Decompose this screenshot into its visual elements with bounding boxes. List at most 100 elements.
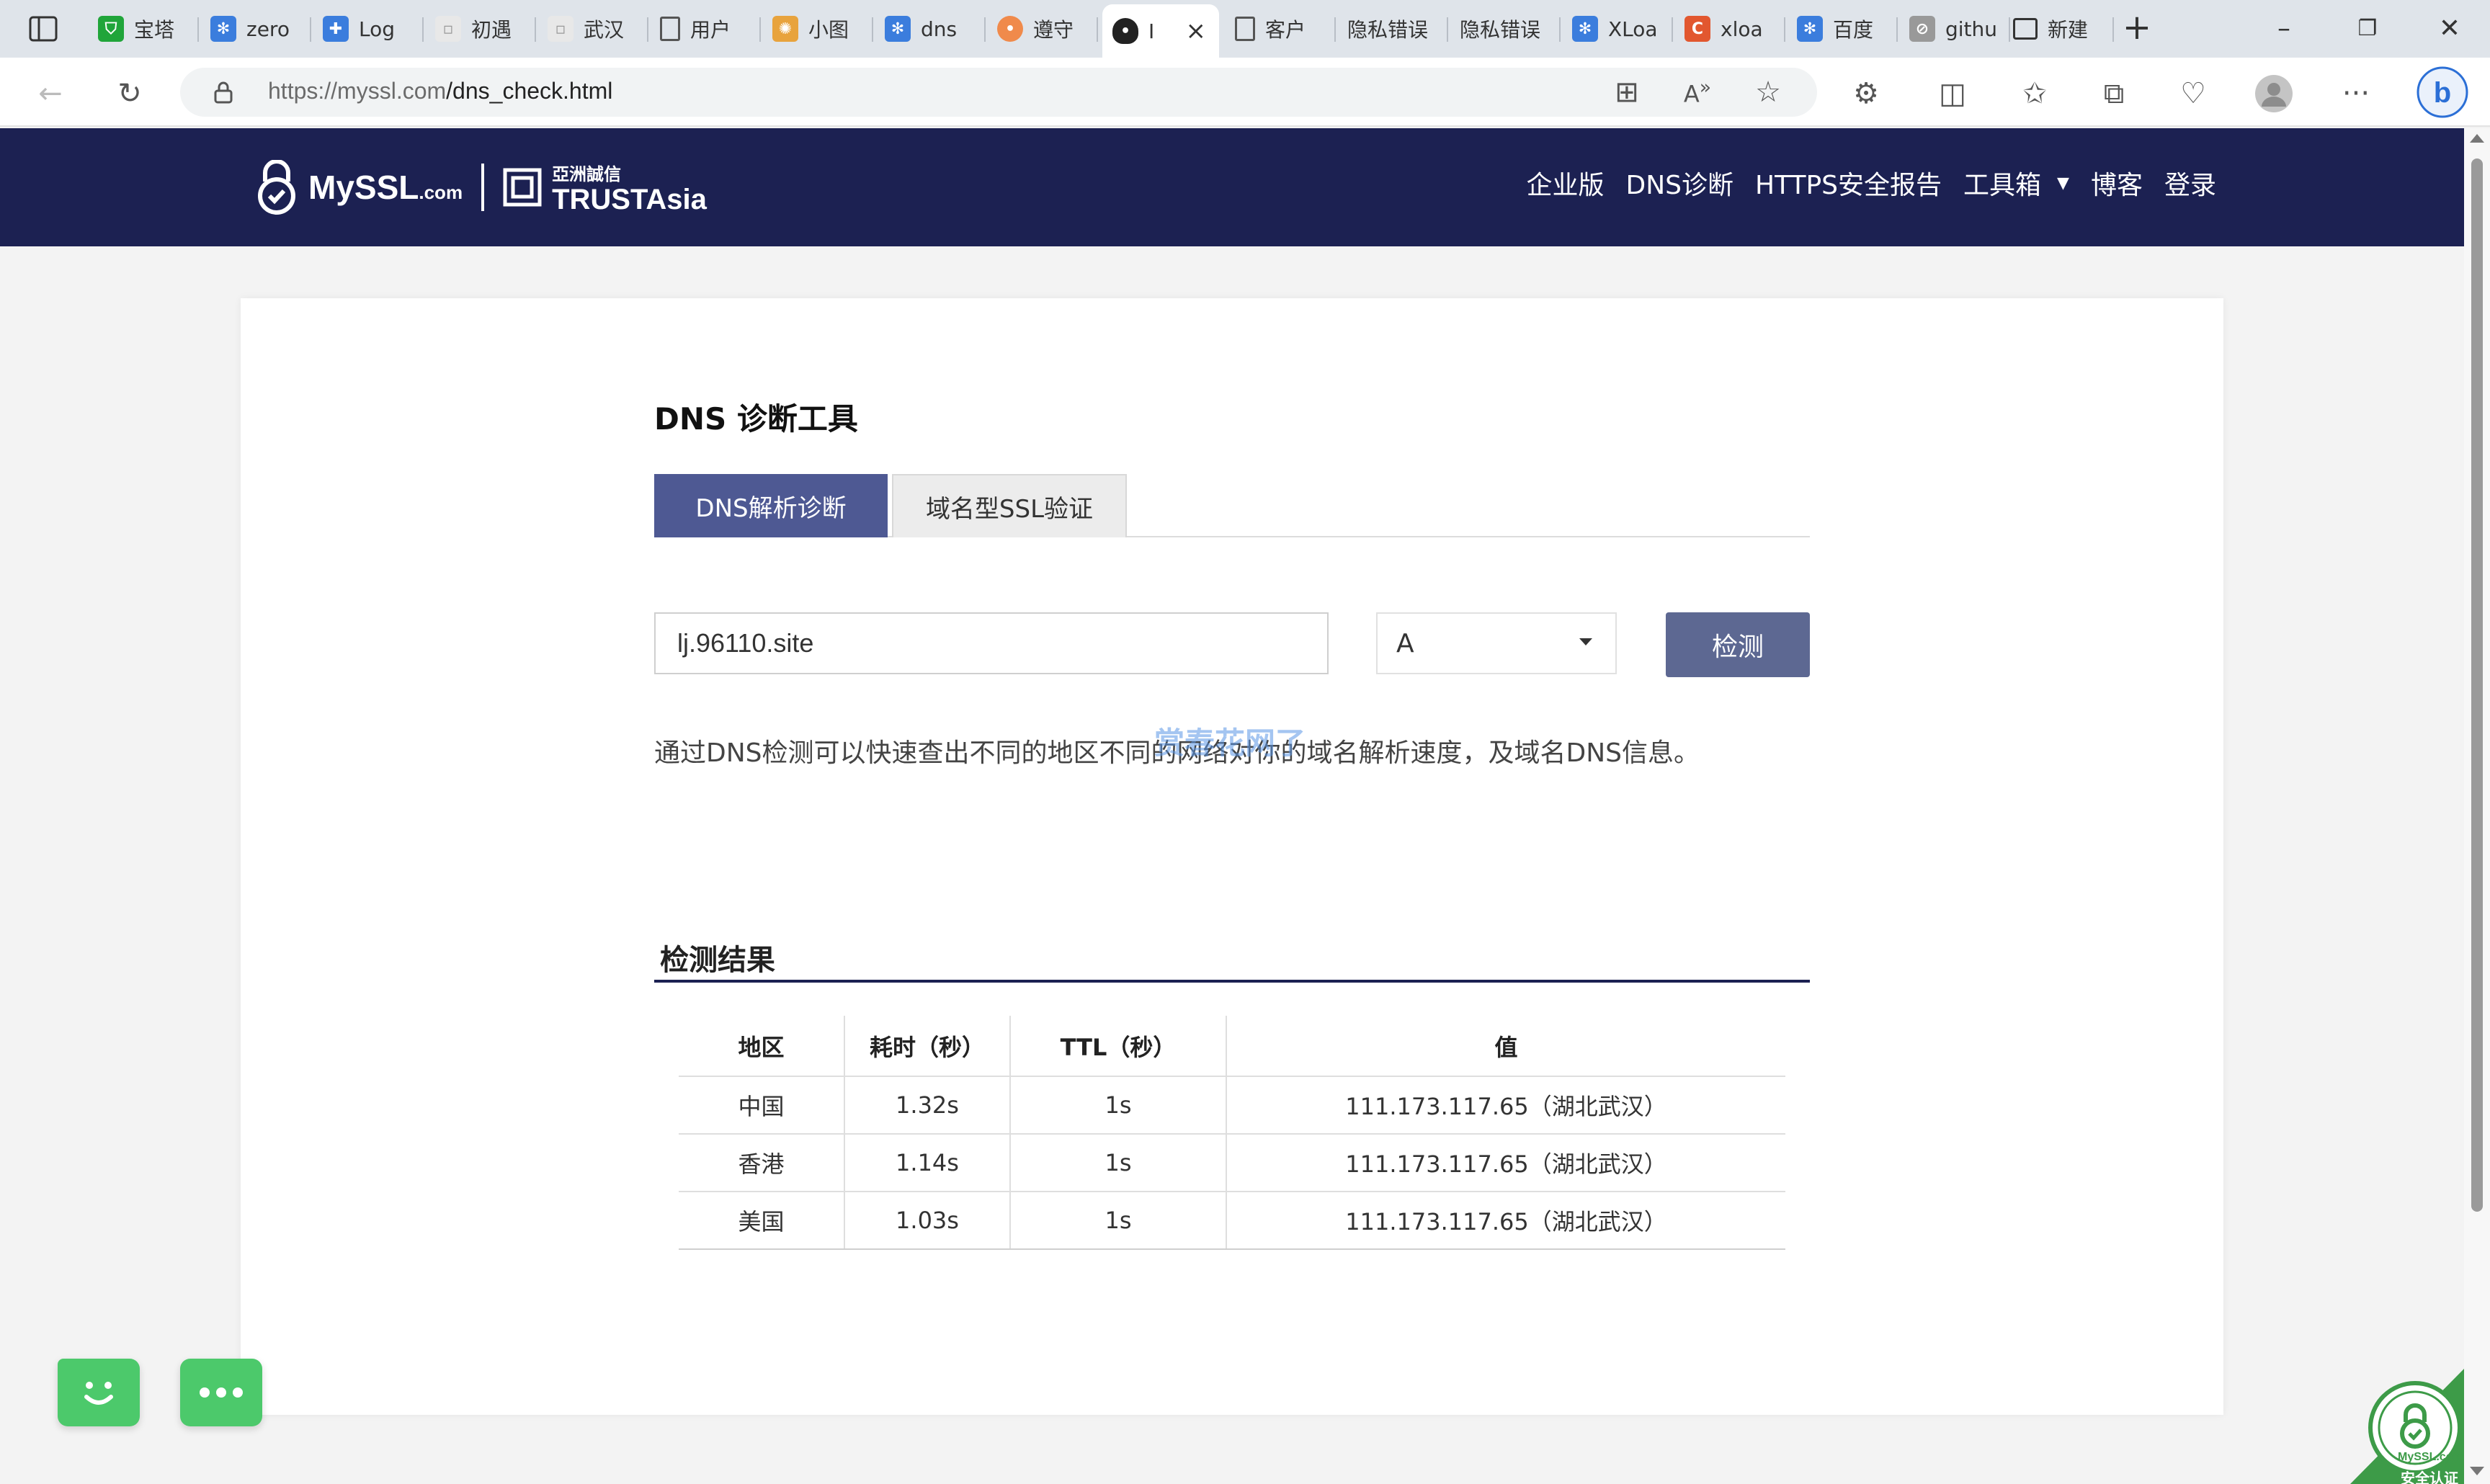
back-button[interactable]: ← — [30, 73, 71, 114]
seal-text-domain: MySSL.com — [2398, 1451, 2463, 1463]
extensions-button[interactable]: ⚙ — [1846, 73, 1886, 114]
site-header: MySSL.com 亞洲誠信 TRUSTAsia 企业版 DNS诊断 HTTPS安… — [0, 128, 2464, 246]
c-icon: C — [1684, 16, 1710, 42]
browser-tab-8[interactable]: • 遵守 — [987, 4, 1098, 53]
cell-value: 111.173.117.65（湖北武汉） — [1226, 1076, 1785, 1135]
nav-https-report[interactable]: HTTPS安全报告 — [1755, 164, 1942, 202]
logo-text: MySSL.com — [308, 169, 463, 206]
close-tab-icon[interactable]: × — [1186, 17, 1207, 45]
collections-button[interactable]: ⧉ — [2094, 73, 2134, 114]
cell-region: 中国 — [679, 1076, 844, 1135]
column-header-time: 耗时（秒） — [844, 1016, 1010, 1077]
logo-divider — [481, 164, 485, 211]
browser-tab-16[interactable]: ⊘ githu — [1899, 4, 2010, 53]
paw-icon: ✻ — [885, 16, 911, 42]
cell-region: 美国 — [679, 1192, 844, 1250]
column-header-region: 地区 — [679, 1016, 844, 1077]
site-logo[interactable]: MySSL.com 亞洲誠信 TRUSTAsia — [256, 160, 707, 215]
extensions-icon: ⚙ — [1853, 77, 1879, 110]
document-icon — [1235, 17, 1255, 41]
split-screen-button[interactable]: ◫ — [1932, 73, 1973, 114]
caret-down-icon — [1579, 638, 1592, 645]
message-button[interactable] — [180, 1359, 262, 1426]
newtab-icon — [2013, 18, 2038, 40]
record-type-select[interactable]: A — [1376, 612, 1617, 674]
restore-button[interactable]: ❐ — [2331, 10, 2404, 48]
lock-icon — [214, 81, 233, 104]
browser-tab-5[interactable]: 用户 — [650, 4, 761, 53]
refresh-button[interactable]: ↻ — [110, 73, 150, 114]
restore-icon: ❐ — [2357, 16, 2378, 41]
nav-toolbox[interactable]: 工具箱 ▼ — [1963, 164, 2069, 202]
bubble-icon: • — [997, 16, 1023, 42]
avatar-icon — [2255, 75, 2293, 112]
seal-badge-icon — [2350, 1369, 2464, 1484]
browser-tab-10[interactable]: 客户 — [1225, 4, 1336, 53]
copilot-button[interactable]: b — [2417, 66, 2468, 118]
scroll-thumb[interactable] — [2471, 158, 2483, 1212]
tab-dns-resolve[interactable]: DNS解析诊断 — [654, 474, 888, 537]
check-button[interactable]: 检测 — [1666, 612, 1810, 677]
browser-tab-6[interactable]: ✺ 小图 — [762, 4, 873, 53]
chat-bot-button[interactable] — [58, 1359, 140, 1426]
trustasia-text: 亞洲誠信 TRUSTAsia — [552, 165, 707, 215]
puzzle-icon: ✚ — [323, 16, 349, 42]
browser-tab-strip: ⛉ 宝塔 ✻ zero ✚ Log ▫ 初遇 ▫ 武汉 用户 ✺ 小图 ✻ dn… — [0, 0, 2490, 58]
close-icon: ✕ — [2438, 14, 2461, 43]
cell-ttl: 1s — [1009, 1134, 1226, 1192]
nav-enterprise[interactable]: 企业版 — [1527, 164, 1605, 202]
nav-blog[interactable]: 博客 — [2091, 164, 2143, 202]
favorite-button[interactable]: ☆ — [1748, 72, 1788, 112]
nav-dns-diagnosis[interactable]: DNS诊断 — [1626, 164, 1734, 202]
app-available-button[interactable]: ⊞ — [1607, 72, 1647, 112]
scroll-up-arrow-icon[interactable] — [2470, 134, 2484, 143]
shield-icon: ⛉ — [98, 16, 124, 42]
dots-icon — [200, 1387, 243, 1398]
back-arrow-icon: ← — [38, 77, 63, 110]
browser-tab-active[interactable]: • I × — [1102, 4, 1219, 58]
url-text[interactable]: https://myssl.com/dns_check.html — [268, 78, 612, 104]
domain-input[interactable] — [654, 612, 1329, 674]
nav-login[interactable]: 登录 — [2164, 164, 2216, 202]
browser-tab-0[interactable]: ⛉ 宝塔 — [88, 4, 199, 53]
address-bar[interactable]: https://myssl.com/dns_check.html ⊞ A» ☆ — [180, 68, 1817, 117]
browser-tab-12[interactable]: 隐私错误 — [1450, 4, 1561, 53]
new-tab-button[interactable]: + — [2117, 10, 2157, 48]
record-type-value: A — [1396, 628, 1414, 658]
heartbeat-icon: ♡ — [2180, 77, 2206, 110]
bing-icon: b — [2417, 66, 2468, 118]
browser-tab-14[interactable]: C xloa — [1674, 4, 1785, 53]
browser-tab-17[interactable]: 新建 — [2003, 4, 2114, 53]
page-icon: ▫ — [548, 16, 574, 42]
tab-domain-ssl-validation[interactable]: 域名型SSL验证 — [892, 474, 1127, 537]
favorites-button[interactable]: ✩ — [2014, 73, 2055, 114]
cell-ttl: 1s — [1009, 1192, 1226, 1250]
browser-tab-4[interactable]: ▫ 武汉 — [537, 4, 648, 53]
page-scrollbar[interactable] — [2464, 128, 2490, 1484]
browser-tab-11[interactable]: 隐私错误 — [1337, 4, 1448, 53]
browser-toolbar: ← ↻ https://myssl.com/dns_check.html ⊞ A… — [0, 58, 2490, 127]
plus-icon: + — [2122, 7, 2152, 48]
tab-actions-button[interactable] — [23, 13, 63, 45]
more-dots-icon: ··· — [2342, 77, 2370, 110]
browser-tab-2[interactable]: ✚ Log — [313, 4, 424, 53]
read-aloud-button[interactable]: A» — [1677, 72, 1718, 112]
minimize-icon: – — [2277, 14, 2290, 43]
cell-value: 111.173.117.65（湖北武汉） — [1226, 1134, 1785, 1192]
browser-tab-1[interactable]: ✻ zero — [200, 4, 311, 53]
close-window-button[interactable]: ✕ — [2414, 10, 2486, 48]
security-seal[interactable]: MySSL.com 安全认证 — [2350, 1362, 2464, 1484]
profile-button[interactable] — [2254, 73, 2294, 114]
trustasia-emblem-icon — [503, 168, 542, 207]
favorites-list-icon: ✩ — [2022, 77, 2047, 110]
browser-tab-3[interactable]: ▫ 初遇 — [425, 4, 536, 53]
cell-time: 1.14s — [844, 1134, 1010, 1192]
browser-tab-15[interactable]: ✻ 百度 — [1787, 4, 1898, 53]
browser-tab-13[interactable]: ✻ XLoa — [1562, 4, 1673, 53]
browser-essentials-button[interactable]: ♡ — [2173, 73, 2213, 114]
settings-more-button[interactable]: ··· — [2336, 73, 2376, 114]
minimize-button[interactable]: – — [2248, 10, 2320, 48]
scroll-down-arrow-icon[interactable] — [2470, 1467, 2484, 1475]
browser-tab-7[interactable]: ✻ dns — [875, 4, 986, 53]
page-icon: ▫ — [435, 16, 461, 42]
